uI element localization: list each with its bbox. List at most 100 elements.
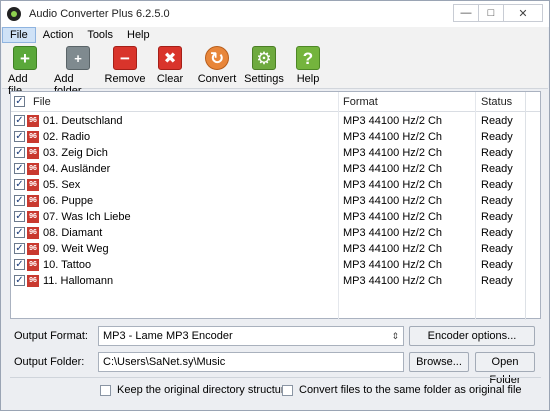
menu-tools[interactable]: Tools bbox=[80, 27, 120, 43]
file-name-cell: 03. Zeig Dich bbox=[43, 147, 108, 159]
format-cell: MP3 44100 Hz/2 Ch bbox=[343, 227, 443, 239]
menu-action[interactable]: Action bbox=[36, 27, 81, 43]
file-name-cell: 07. Was Ich Liebe bbox=[43, 211, 131, 223]
window-title: Audio Converter Plus 6.2.5.0 bbox=[29, 8, 170, 20]
table-row[interactable]: ✓ 96 08. Diamant MP3 44100 Hz/2 Ch Ready bbox=[11, 225, 540, 241]
menu-file[interactable]: File bbox=[2, 27, 36, 43]
table-row[interactable]: ✓ 96 03. Zeig Dich MP3 44100 Hz/2 Ch Ready bbox=[11, 145, 540, 161]
folder-plus-icon: + bbox=[66, 46, 90, 70]
question-icon: ? bbox=[296, 46, 320, 70]
keep-structure-checkbox[interactable] bbox=[100, 384, 111, 396]
help-button[interactable]: ? Help bbox=[294, 46, 322, 85]
file-name-cell: 11. Hallomann bbox=[43, 275, 114, 287]
audio-file-icon: 96 bbox=[27, 211, 39, 223]
file-name-cell: 09. Weit Weg bbox=[43, 243, 109, 255]
output-folder-input[interactable]: C:\Users\SaNet.sy\Music bbox=[98, 352, 404, 372]
output-format-value: MP3 - Lame MP3 Encoder bbox=[103, 330, 233, 342]
row-checkbox[interactable]: ✓ bbox=[14, 259, 25, 270]
table-row[interactable]: ✓ 96 04. Ausländer MP3 44100 Hz/2 Ch Ready bbox=[11, 161, 540, 177]
status-cell: Ready bbox=[481, 131, 513, 143]
row-checkbox[interactable]: ✓ bbox=[14, 131, 25, 142]
file-name-cell: 05. Sex bbox=[43, 179, 81, 191]
row-checkbox[interactable]: ✓ bbox=[14, 195, 25, 206]
row-checkbox[interactable]: ✓ bbox=[14, 163, 25, 174]
menu-help[interactable]: Help bbox=[120, 27, 157, 43]
audio-file-icon: 96 bbox=[27, 131, 39, 143]
help-label: Help bbox=[296, 73, 320, 85]
status-cell: Ready bbox=[481, 243, 513, 255]
keep-structure-option[interactable]: Keep the original directory structure bbox=[100, 384, 291, 396]
row-checkbox[interactable]: ✓ bbox=[14, 243, 25, 254]
settings-button[interactable]: ⚙ Settings bbox=[244, 46, 284, 85]
format-cell: MP3 44100 Hz/2 Ch bbox=[343, 163, 443, 175]
row-checkbox[interactable]: ✓ bbox=[14, 115, 25, 126]
same-folder-label: Convert files to the same folder as orig… bbox=[299, 384, 522, 396]
audio-file-icon: 96 bbox=[27, 243, 39, 255]
table-row[interactable]: ✓ 96 06. Puppe MP3 44100 Hz/2 Ch Ready bbox=[11, 193, 540, 209]
add-folder-button[interactable]: + Add folder bbox=[54, 46, 102, 97]
same-folder-option[interactable]: Convert files to the same folder as orig… bbox=[282, 384, 522, 396]
status-cell: Ready bbox=[481, 211, 513, 223]
table-row[interactable]: ✓ 96 10. Tattoo MP3 44100 Hz/2 Ch Ready bbox=[11, 257, 540, 273]
settings-label: Settings bbox=[244, 73, 284, 85]
divider bbox=[10, 377, 541, 378]
add-file-button[interactable]: + Add file bbox=[8, 46, 42, 97]
table-row[interactable]: ✓ 96 07. Was Ich Liebe MP3 44100 Hz/2 Ch Rea… bbox=[11, 209, 540, 225]
format-cell: MP3 44100 Hz/2 Ch bbox=[343, 179, 443, 191]
status-cell: Ready bbox=[481, 163, 513, 175]
table-row[interactable]: ✓ 96 11. Hallomann MP3 44100 Hz/2 Ch Ready bbox=[11, 273, 540, 289]
table-row[interactable]: ✓ 96 01. Deutschland MP3 44100 Hz/2 Ch Ready bbox=[11, 113, 540, 129]
clear-label: Clear bbox=[156, 73, 184, 85]
close-button[interactable]: ✕ bbox=[503, 4, 543, 22]
row-checkbox[interactable]: ✓ bbox=[14, 227, 25, 238]
same-folder-checkbox[interactable] bbox=[282, 384, 293, 396]
audio-file-icon: 96 bbox=[27, 163, 39, 175]
row-checkbox[interactable]: ✓ bbox=[14, 179, 25, 190]
updown-arrow-icon: ⇕ bbox=[391, 331, 399, 341]
row-checkbox[interactable]: ✓ bbox=[14, 211, 25, 222]
status-cell: Ready bbox=[481, 179, 513, 191]
window-controls: — □ ✕ bbox=[453, 4, 543, 22]
file-list[interactable]: ✓ File Format Status ✓ 96 01. Deutschland M… bbox=[10, 91, 541, 320]
open-folder-button[interactable]: Open Folder bbox=[475, 352, 535, 386]
audio-file-icon: 96 bbox=[27, 227, 39, 239]
format-cell: MP3 44100 Hz/2 Ch bbox=[343, 275, 443, 287]
row-checkbox[interactable]: ✓ bbox=[14, 275, 25, 286]
clear-button[interactable]: ✖ Clear bbox=[154, 46, 186, 85]
output-format-label: Output Format: bbox=[14, 330, 88, 342]
format-cell: MP3 44100 Hz/2 Ch bbox=[343, 115, 443, 127]
minus-icon: − bbox=[113, 46, 137, 70]
audio-file-icon: 96 bbox=[27, 275, 39, 287]
row-checkbox[interactable]: ✓ bbox=[14, 147, 25, 158]
remove-label: Remove bbox=[104, 73, 146, 85]
maximize-button[interactable]: □ bbox=[478, 4, 504, 22]
column-file[interactable]: File bbox=[33, 92, 51, 112]
remove-button[interactable]: − Remove bbox=[104, 46, 146, 85]
convert-button[interactable]: ↻ Convert bbox=[198, 46, 236, 85]
encoder-options-button[interactable]: Encoder options... bbox=[409, 326, 535, 346]
minimize-button[interactable]: — bbox=[453, 4, 479, 22]
browse-button[interactable]: Browse... bbox=[409, 352, 469, 372]
audio-file-icon: 96 bbox=[27, 115, 39, 127]
table-row[interactable]: ✓ 96 05. Sex MP3 44100 Hz/2 Ch Ready bbox=[11, 177, 540, 193]
table-row[interactable]: ✓ 96 09. Weit Weg MP3 44100 Hz/2 Ch Ready bbox=[11, 241, 540, 257]
column-status[interactable]: Status bbox=[481, 92, 512, 112]
column-format[interactable]: Format bbox=[343, 92, 378, 112]
status-cell: Ready bbox=[481, 259, 513, 271]
format-cell: MP3 44100 Hz/2 Ch bbox=[343, 243, 443, 255]
table-row[interactable]: ✓ 96 02. Radio MP3 44100 Hz/2 Ch Ready bbox=[11, 129, 540, 145]
format-cell: MP3 44100 Hz/2 Ch bbox=[343, 211, 443, 223]
file-name-cell: 02. Radio bbox=[43, 131, 91, 143]
status-cell: Ready bbox=[481, 227, 513, 239]
convert-label: Convert bbox=[197, 73, 237, 85]
file-name-cell: 04. Ausländer bbox=[43, 163, 111, 175]
select-all-checkbox[interactable]: ✓ bbox=[14, 96, 25, 107]
status-cell: Ready bbox=[481, 147, 513, 159]
x-icon: ✖ bbox=[158, 46, 182, 70]
file-name-cell: 06. Puppe bbox=[43, 195, 94, 207]
keep-structure-label: Keep the original directory structure bbox=[117, 384, 291, 396]
format-cell: MP3 44100 Hz/2 Ch bbox=[343, 147, 443, 159]
format-cell: MP3 44100 Hz/2 Ch bbox=[343, 131, 443, 143]
output-format-select[interactable]: MP3 - Lame MP3 Encoder ⇕ bbox=[98, 326, 404, 346]
status-cell: Ready bbox=[481, 195, 513, 207]
